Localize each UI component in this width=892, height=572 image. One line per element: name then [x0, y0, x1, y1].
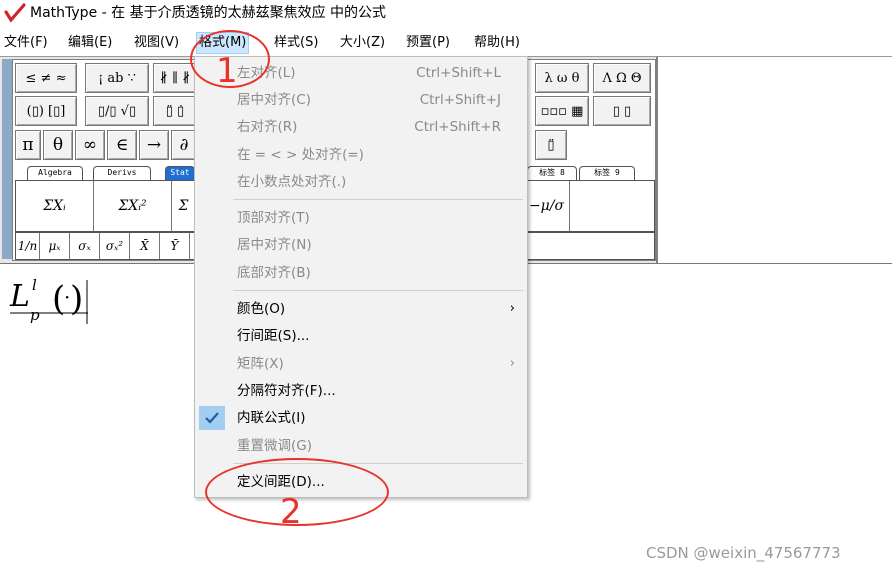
svg-text:p: p: [30, 306, 40, 324]
tab-label-9[interactable]: 标签 9: [579, 166, 635, 180]
menu-style[interactable]: 样式(S): [272, 34, 320, 52]
tab-derivs[interactable]: Derivs: [93, 166, 151, 180]
svg-text:L: L: [9, 279, 30, 314]
toolbar-grip[interactable]: [2, 59, 12, 259]
tab-algebra[interactable]: Algebra: [27, 166, 83, 180]
spaces-ellipses-palette-button[interactable]: ¡ ab ∵: [85, 63, 149, 93]
menu-item-inline-equation[interactable]: 内联公式(I): [195, 406, 527, 430]
standardize-template[interactable]: −μ/σ: [524, 181, 570, 231]
mathtype-logo-icon: [4, 3, 26, 23]
tab-label-8[interactable]: 标签 8: [527, 166, 577, 180]
menu-view[interactable]: 视图(V): [132, 34, 181, 52]
menu-size[interactable]: 大小(Z): [338, 34, 387, 52]
tab-stat[interactable]: Stat: [165, 166, 195, 180]
element-of-symbol-button[interactable]: ∈: [107, 130, 137, 160]
relations-palette-button[interactable]: ≤ ≠ ≈: [15, 63, 77, 93]
menu-item-align-top[interactable]: 顶部对齐(T): [195, 206, 527, 230]
menu-item-line-spacing[interactable]: 行间距(S)...: [195, 324, 527, 348]
infinity-symbol-button[interactable]: ∞: [75, 130, 105, 160]
pi-symbol-button[interactable]: π: [15, 130, 41, 160]
menu-item-align-middle[interactable]: 居中对齐(N): [195, 233, 527, 257]
menu-help[interactable]: 帮助(H): [472, 34, 522, 52]
watermark: CSDN @weixin_47567773: [646, 544, 841, 562]
equation-display[interactable]: L l p ( · ): [8, 272, 92, 328]
menu-bar: 文件(F) 编辑(E) 视图(V) 格式(M) 样式(S) 大小(Z) 预置(P…: [0, 30, 892, 56]
sum-xi-template[interactable]: ΣXᵢ: [16, 181, 94, 231]
menu-separator: [233, 199, 523, 200]
menu-item-reset-nudge[interactable]: 重置微调(G): [195, 434, 527, 458]
sum-xi-squared-template[interactable]: ΣXᵢ²: [94, 181, 172, 231]
title-bar: MathType - 在 基于介质透镜的太赫兹聚焦效应 中的公式: [0, 0, 892, 28]
menu-item-align-center[interactable]: 居中对齐(C) Ctrl+Shift+J: [195, 88, 527, 112]
fences-palette-button[interactable]: (▯) [▯]: [15, 96, 77, 126]
menu-edit[interactable]: 编辑(E): [66, 34, 114, 52]
one-over-n-template[interactable]: 1/n: [16, 233, 40, 259]
format-dropdown-menu: 左对齐(L) Ctrl+Shift+L 居中对齐(C) Ctrl+Shift+J…: [194, 56, 528, 498]
toolbar-empty-area: [656, 57, 892, 263]
fractions-radicals-palette-button[interactable]: ▯/▯ √▯: [85, 96, 149, 126]
window-title: MathType - 在 基于介质透镜的太赫兹聚焦效应 中的公式: [30, 5, 387, 21]
right-arrow-symbol-button[interactable]: →: [139, 130, 169, 160]
menu-item-align-at-decimal[interactable]: 在小数点处对齐(.): [195, 170, 527, 194]
x-bar-template[interactable]: X̄: [130, 233, 160, 259]
mu-x-template[interactable]: μₓ: [40, 233, 70, 259]
sigma-x-squared-template[interactable]: σₓ²: [100, 233, 130, 259]
menu-item-align-at-relation[interactable]: 在 = < > 处对齐(=): [195, 143, 527, 167]
greek-uppercase-palette-button[interactable]: Λ Ω Θ: [593, 63, 651, 93]
menu-file[interactable]: 文件(F): [2, 34, 50, 52]
embellishments-palette-button[interactable]: ∦ ∥ ∦: [153, 63, 197, 93]
svg-text:l: l: [32, 276, 37, 294]
menu-item-align-right[interactable]: 右对齐(R) Ctrl+Shift+R: [195, 115, 527, 139]
menu-separator: [233, 290, 523, 291]
annotation-number-2: 2: [280, 492, 302, 532]
y-bar-template[interactable]: Ȳ: [160, 233, 190, 259]
matrix-palette-button[interactable]: ▫▫▫ ▦: [535, 96, 589, 126]
menu-item-color[interactable]: 颜色(O) ›: [195, 297, 527, 321]
menu-preferences[interactable]: 预置(P): [404, 34, 452, 52]
sum-template[interactable]: Σ: [172, 181, 196, 231]
menu-item-align-bottom[interactable]: 底部对齐(B): [195, 261, 527, 285]
greek-lowercase-palette-button[interactable]: λ ω θ: [535, 63, 589, 93]
theta-symbol-button[interactable]: θ: [43, 130, 73, 160]
menu-item-matrix[interactable]: 矩阵(X) ›: [195, 352, 527, 376]
annotation-number-1: 1: [216, 51, 238, 91]
dot-template-button[interactable]: ▯̈: [535, 130, 567, 160]
menu-item-delimiter-alignment[interactable]: 分隔符对齐(F)...: [195, 379, 527, 403]
sigma-x-template[interactable]: σₓ: [70, 233, 100, 259]
boxes-palette-button[interactable]: ▯ ▯: [593, 96, 651, 126]
subscript-superscript-palette-button[interactable]: ▯̈ ▯̇: [153, 96, 197, 126]
submenu-arrow-icon: ›: [509, 301, 515, 316]
submenu-arrow-icon: ›: [509, 356, 515, 371]
